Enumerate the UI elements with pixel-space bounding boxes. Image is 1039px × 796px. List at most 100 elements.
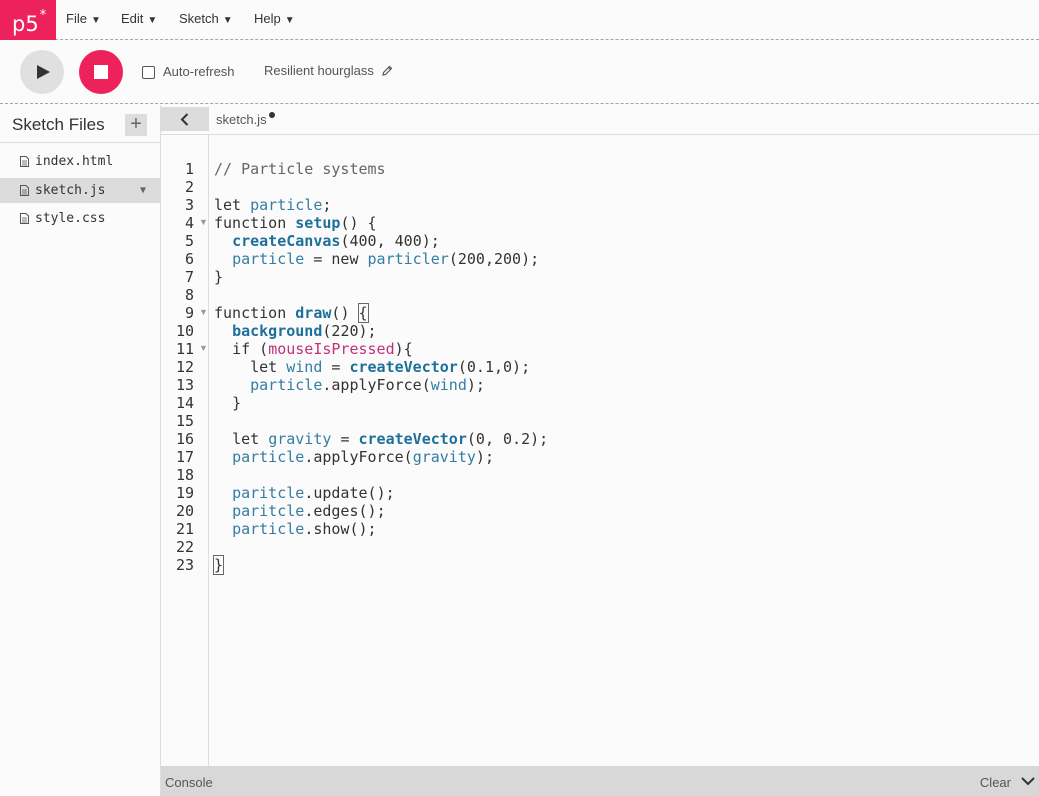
line-number: 12 [175, 358, 194, 376]
code-line: particle.show(); [232, 520, 377, 538]
file-options-chevron-icon[interactable]: ▼ [140, 178, 146, 203]
sidebar: Sketch Files + index.html sketch.js ▼ st… [0, 105, 161, 796]
line-number: 14 [175, 394, 194, 412]
line-number: 10 [175, 322, 194, 340]
line-number: 4 [184, 214, 194, 232]
code-line: particle = new particler(200,200); [232, 250, 540, 268]
file-icon [20, 213, 29, 224]
line-number: 9 [184, 304, 194, 322]
line-number: 22 [175, 538, 194, 556]
menu-help[interactable]: Help ▼ [254, 0, 295, 40]
fold-arrow-icon[interactable]: ▼ [199, 307, 208, 317]
auto-refresh-label[interactable]: Auto-refresh [163, 64, 235, 79]
collapse-sidebar-button[interactable] [161, 107, 209, 131]
add-file-button[interactable]: + [125, 114, 147, 136]
menu-file-label: File [66, 11, 87, 26]
menu-edit[interactable]: Edit ▼ [121, 0, 157, 40]
code-line: let gravity = createVector(0, 0.2); [232, 430, 549, 448]
code-line: createCanvas(400, 400); [232, 232, 440, 250]
auto-refresh-checkbox[interactable] [142, 66, 155, 79]
code-line: // Particle systems [214, 160, 386, 178]
code-line: let particle; [214, 196, 332, 214]
fold-arrow-icon[interactable]: ▼ [199, 343, 208, 353]
file-item-sketch-js[interactable]: sketch.js ▼ [0, 178, 160, 203]
code-line: let wind = createVector(0.1,0); [250, 358, 531, 376]
line-number: 23 [175, 556, 194, 574]
code-line: function setup() { [214, 214, 377, 232]
stop-icon [94, 65, 108, 79]
file-item-index-html[interactable]: index.html [0, 149, 160, 174]
chevron-down-icon: ▼ [284, 15, 295, 26]
chevron-down-icon: ▼ [222, 15, 233, 26]
logo-asterisk: * [39, 8, 47, 23]
unsaved-indicator [269, 112, 275, 118]
file-icon [20, 156, 29, 167]
line-number: 2 [184, 178, 194, 196]
pencil-icon[interactable] [381, 65, 393, 77]
chevron-down-icon[interactable] [1021, 776, 1035, 786]
chevron-left-icon [180, 113, 189, 126]
play-icon [37, 65, 50, 79]
line-number: 6 [184, 250, 194, 268]
line-number: 17 [175, 448, 194, 466]
code-editor[interactable]: 1 2 3 4 ▼ 5 6 7 8 9 ▼ 10 11 ▼ 12 13 14 15 16 17 18 19 20 21 22 23… [161, 135, 1039, 766]
menu-file[interactable]: File ▼ [66, 0, 101, 40]
line-number: 8 [184, 286, 194, 304]
chevron-down-icon: ▼ [147, 15, 158, 26]
sidebar-header: Sketch Files + [0, 105, 160, 143]
code-line: if (mouseIsPressed){ [232, 340, 413, 358]
file-name: index.html [35, 154, 114, 169]
menu-edit-label: Edit [121, 11, 144, 26]
play-button[interactable] [20, 50, 64, 94]
line-number: 19 [175, 484, 194, 502]
file-name: sketch.js [35, 183, 106, 198]
code-line: } [212, 555, 225, 575]
line-number-gutter: 1 2 3 4 ▼ 5 6 7 8 9 ▼ 10 11 ▼ 12 13 14 15 16 17 18 19 20 21 22 23 [161, 135, 209, 766]
code-line: } [214, 268, 224, 286]
logo-text: p5 [12, 12, 39, 36]
code-area[interactable]: // Particle systems let particle; function… [212, 160, 1034, 575]
line-number: 3 [184, 196, 194, 214]
chevron-down-icon: ▼ [90, 15, 101, 26]
stop-button[interactable] [79, 50, 123, 94]
sketch-name[interactable]: Resilient hourglass [264, 63, 374, 78]
line-number: 15 [175, 412, 194, 430]
fold-arrow-icon[interactable]: ▼ [199, 217, 208, 227]
file-item-style-css[interactable]: style.css [0, 206, 160, 231]
line-number: 5 [184, 232, 194, 250]
line-number: 20 [175, 502, 194, 520]
code-line: } [232, 394, 242, 412]
toolbar: Auto-refresh Resilient hourglass [0, 41, 1039, 104]
editor-tab-bar: sketch.js [161, 105, 1039, 135]
code-line: paritcle.edges(); [232, 502, 386, 520]
active-file-tab[interactable]: sketch.js [216, 112, 267, 127]
code-line: function draw() { [214, 303, 369, 323]
menu-sketch[interactable]: Sketch ▼ [179, 0, 233, 40]
console-label: Console [165, 775, 213, 790]
line-number: 16 [175, 430, 194, 448]
code-line: background(220); [232, 322, 377, 340]
sidebar-title: Sketch Files [12, 115, 105, 134]
top-nav: p5* File ▼ Edit ▼ Sketch ▼ Help ▼ [0, 0, 1039, 40]
code-line: particle.applyForce(gravity); [232, 448, 494, 466]
code-line: particle.applyForce(wind); [250, 376, 485, 394]
file-name: style.css [35, 211, 106, 226]
line-number: 18 [175, 466, 194, 484]
menu-help-label: Help [254, 11, 281, 26]
p5-logo[interactable]: p5* [0, 0, 56, 40]
clear-console-button[interactable]: Clear [980, 775, 1011, 790]
plus-icon: + [130, 113, 142, 135]
line-number: 7 [184, 268, 194, 286]
line-number: 13 [175, 376, 194, 394]
line-number: 11 [175, 340, 194, 358]
menu-sketch-label: Sketch [179, 11, 219, 26]
line-number: 21 [175, 520, 194, 538]
console-bar: Console Clear [161, 766, 1039, 796]
code-line: paritcle.update(); [232, 484, 395, 502]
file-icon [20, 185, 29, 196]
